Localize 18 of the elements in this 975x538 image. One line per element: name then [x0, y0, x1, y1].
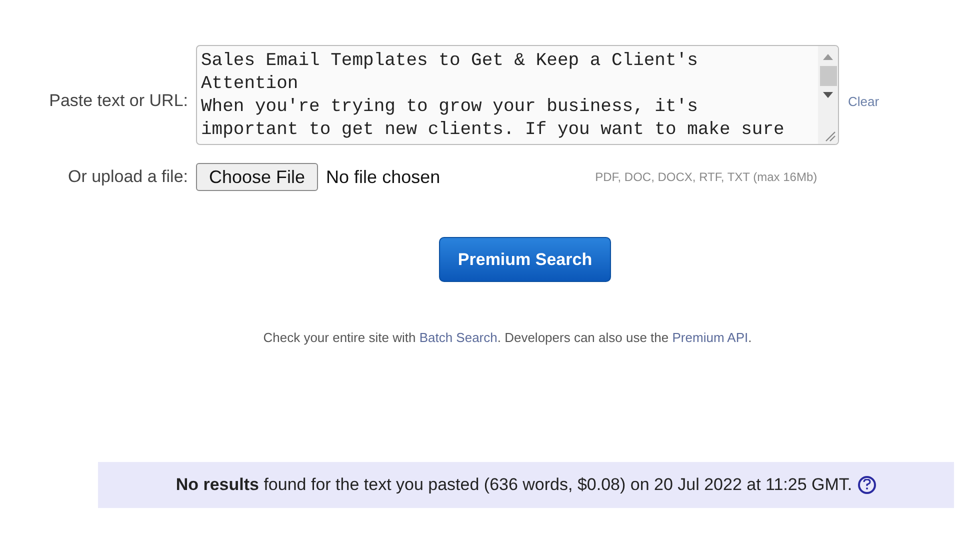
scroll-up-icon[interactable] [823, 54, 833, 60]
choose-file-button[interactable]: Choose File [196, 163, 318, 191]
link[interactable]: Batch Search [419, 330, 498, 345]
help-icon[interactable] [858, 476, 876, 494]
scroll-thumb[interactable] [820, 66, 836, 86]
file-types-hint: PDF, DOC, DOCX, RTF, TXT (max 16Mb) [595, 169, 818, 186]
text-area[interactable]: Sales Email Templates to Get & Keep a Client's Attention When you're trying to grow your business, it's important to get new clients. If you want to make sure [196, 45, 839, 145]
file-status: No file chosen [326, 166, 440, 188]
result-text: No results found for the text you pasted (636 words, $0.08) on 20 Jul 2022 at 11:25 GMT. [176, 474, 852, 496]
scroll-down-icon[interactable] [823, 92, 833, 98]
field-label: Paste text or URL: [49, 90, 188, 112]
premium-search-button[interactable]: Premium Search [439, 237, 611, 282]
clear-link[interactable]: Clear [848, 94, 880, 109]
field-label: Or upload a file: [68, 166, 188, 188]
resize-grip-icon[interactable] [824, 130, 836, 142]
scrollbar[interactable] [818, 46, 838, 144]
link[interactable]: Premium API [672, 330, 748, 345]
info-text: Check your entire site with Batch Search. Developers can also use the Premium API. [263, 329, 752, 347]
